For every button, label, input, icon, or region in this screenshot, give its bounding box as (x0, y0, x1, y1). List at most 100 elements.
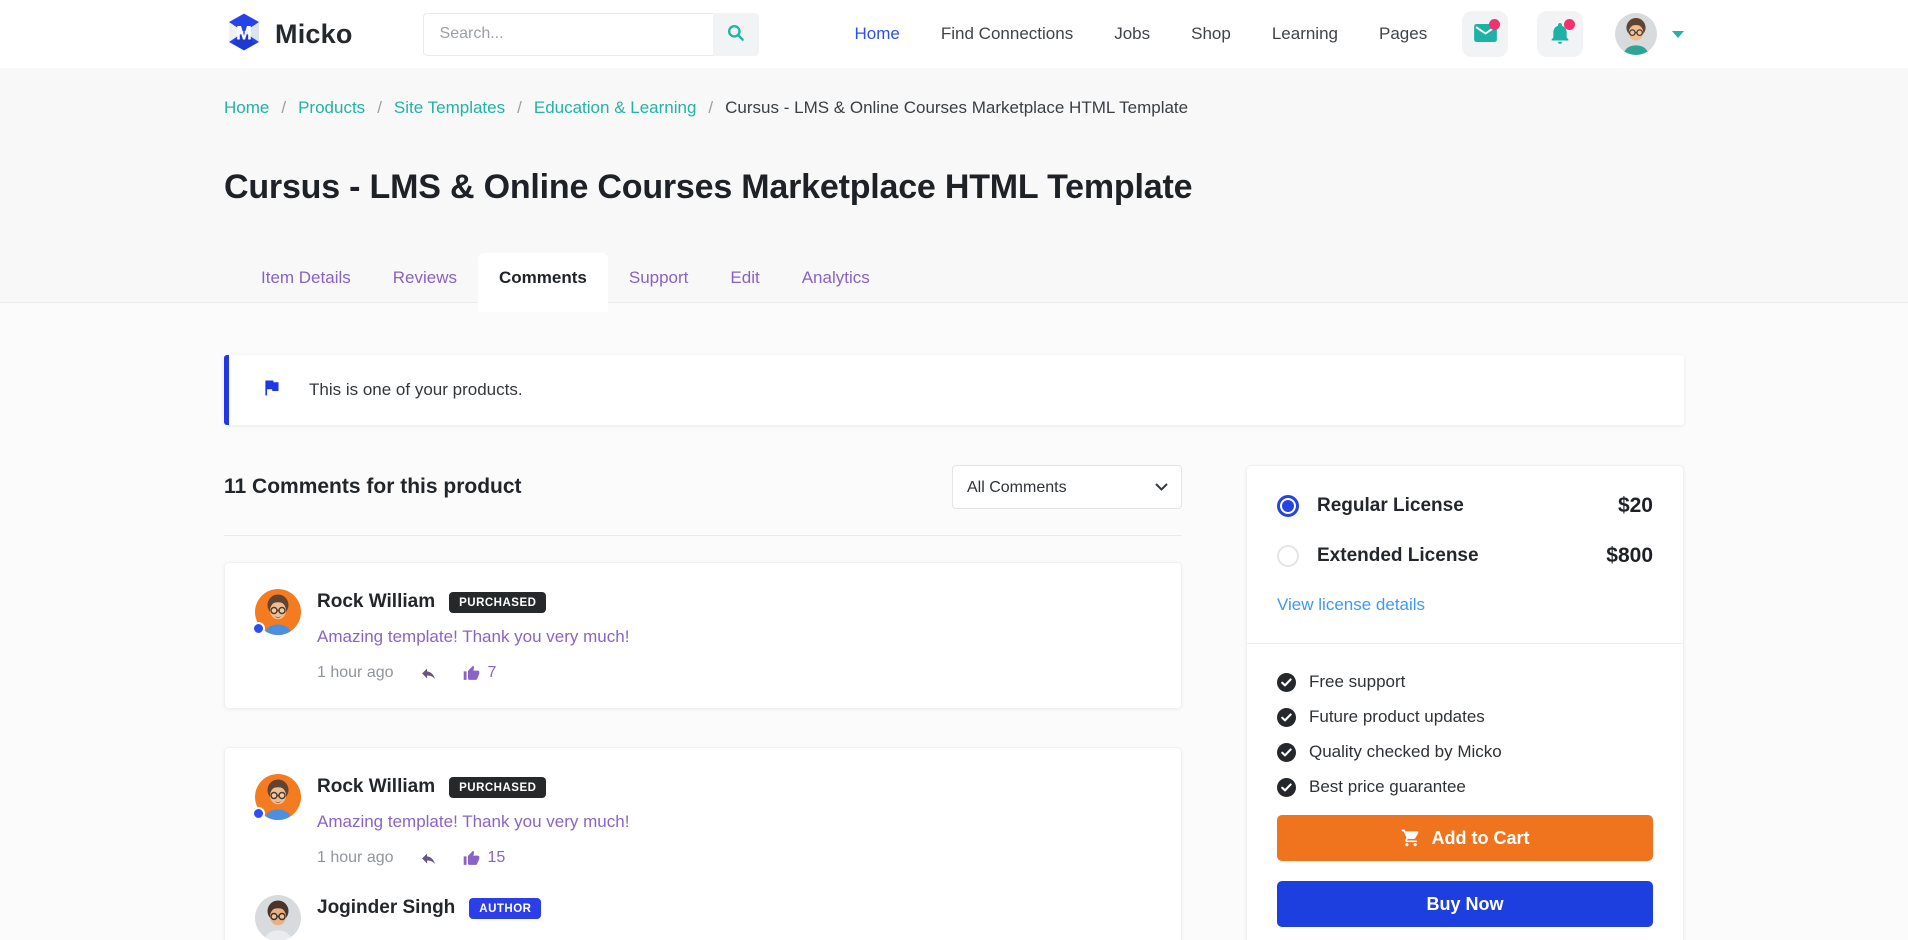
nav-link-shop[interactable]: Shop (1191, 24, 1231, 44)
reply-button[interactable] (419, 850, 438, 867)
search-input[interactable] (422, 12, 713, 56)
owner-notice-banner: This is one of your products. (224, 355, 1684, 425)
tab-analytics[interactable]: Analytics (781, 253, 891, 303)
tab-reviews[interactable]: Reviews (372, 253, 478, 303)
brand-logo[interactable]: M Micko (224, 12, 353, 57)
tab-item-details[interactable]: Item Details (240, 253, 372, 303)
search-button[interactable] (712, 12, 759, 56)
buy-now-label: Buy Now (1426, 893, 1504, 914)
online-status-dot (252, 622, 265, 635)
flag-icon (261, 377, 282, 403)
view-license-details-link[interactable]: View license details (1277, 595, 1425, 615)
comments-filter-wrap: All Comments (952, 465, 1182, 509)
navbar-actions (1462, 11, 1684, 57)
feature-item: Quality checked by Micko (1277, 742, 1653, 762)
comment-item: Rock William PURCHASED Amazing template!… (252, 589, 1151, 682)
nav-link-learning[interactable]: Learning (1272, 24, 1338, 44)
breadcrumb: Home / Products / Site Templates / Educa… (224, 68, 1684, 118)
check-circle-icon (1277, 777, 1296, 797)
purchased-badge: PURCHASED (449, 776, 547, 798)
comments-divider (224, 535, 1182, 536)
feature-text: Future product updates (1309, 707, 1485, 726)
check-circle-icon (1277, 707, 1296, 727)
breadcrumb-education-learning[interactable]: Education & Learning (534, 98, 697, 118)
breadcrumb-site-templates[interactable]: Site Templates (394, 98, 505, 118)
breadcrumb-separator: / (281, 98, 287, 117)
comment-item: Rock William PURCHASED Amazing template!… (252, 774, 1151, 867)
breadcrumb-products[interactable]: Products (298, 98, 365, 118)
breadcrumb-separator: / (517, 98, 522, 117)
commenter-name[interactable]: Joginder Singh (317, 897, 455, 919)
top-navbar: M Micko Home Find Connections Jobs Shop … (0, 0, 1908, 68)
comment-card: Rock William PURCHASED Amazing template!… (224, 747, 1182, 940)
messages-button[interactable] (1462, 11, 1508, 57)
commenter-name[interactable]: Rock William (317, 776, 435, 798)
check-circle-icon (1277, 742, 1296, 762)
commenter-avatar[interactable] (252, 774, 301, 820)
license-price: $800 (1606, 544, 1653, 567)
user-avatar (1615, 13, 1657, 55)
online-status-dot (252, 807, 265, 820)
comment-card: Rock William PURCHASED Amazing template!… (224, 562, 1182, 709)
nav-link-pages[interactable]: Pages (1379, 24, 1427, 44)
author-badge: AUTHOR (469, 897, 542, 919)
commenter-avatar[interactable] (255, 895, 301, 940)
comments-heading: 11 Comments for this product (224, 475, 522, 498)
comment-item: Joginder Singh AUTHOR (255, 895, 1151, 940)
breadcrumb-home[interactable]: Home (224, 98, 269, 118)
radio-unselected[interactable] (1277, 545, 1299, 567)
radio-selected[interactable] (1277, 495, 1299, 517)
add-to-cart-button[interactable]: Add to Cart (1277, 815, 1653, 861)
commenter-name[interactable]: Rock William (317, 591, 435, 613)
feature-text: Quality checked by Micko (1309, 742, 1502, 761)
purchased-badge: PURCHASED (449, 591, 547, 613)
notifications-badge-dot (1564, 19, 1575, 30)
reply-icon (421, 668, 435, 679)
tab-comments[interactable]: Comments (478, 253, 608, 312)
license-name: Regular License (1317, 495, 1464, 516)
notifications-button[interactable] (1537, 11, 1583, 57)
feature-text: Best price guarantee (1309, 777, 1466, 796)
feature-text: Free support (1309, 672, 1406, 691)
nav-link-home[interactable]: Home (855, 24, 900, 44)
reply-icon (421, 853, 435, 864)
tab-edit[interactable]: Edit (709, 253, 780, 303)
commenter-avatar[interactable] (252, 589, 301, 635)
purchase-sidebar: Regular License $20 Extended License $80… (1246, 465, 1684, 940)
license-option-regular[interactable]: Regular License $20 (1277, 494, 1653, 518)
comments-filter-select[interactable]: All Comments (952, 465, 1182, 509)
page-header: Home / Products / Site Templates / Educa… (0, 68, 1908, 312)
nav-link-find-connections[interactable]: Find Connections (941, 24, 1073, 44)
comment-text: Amazing template! Thank you very much! (317, 627, 630, 646)
main-navigation: Home Find Connections Jobs Shop Learning… (855, 24, 1428, 44)
reply-button[interactable] (419, 665, 438, 682)
breadcrumb-separator: / (377, 98, 382, 117)
feature-item: Free support (1277, 672, 1653, 692)
purchase-card: Regular License $20 Extended License $80… (1246, 465, 1684, 940)
product-tabs: Item Details Reviews Comments Support Ed… (224, 253, 1684, 312)
breadcrumb-current: Cursus - LMS & Online Courses Marketplac… (725, 98, 1189, 117)
search-icon (726, 23, 745, 45)
like-button[interactable]: 15 (463, 850, 505, 867)
buy-now-button[interactable]: Buy Now (1277, 881, 1653, 927)
user-menu[interactable] (1615, 13, 1684, 55)
breadcrumb-separator: / (708, 98, 714, 117)
page-title: Cursus - LMS & Online Courses Marketplac… (224, 168, 1193, 206)
tab-support[interactable]: Support (608, 253, 710, 303)
like-button[interactable]: 7 (463, 665, 496, 682)
comment-timestamp: 1 hour ago (317, 664, 394, 681)
micko-logo-icon: M (224, 12, 264, 57)
add-to-cart-label: Add to Cart (1431, 827, 1530, 848)
search-group (422, 12, 759, 56)
nav-link-jobs[interactable]: Jobs (1114, 24, 1150, 44)
cart-icon (1401, 829, 1418, 847)
main-content: This is one of your products. 11 Comment… (0, 355, 1908, 940)
license-option-extended[interactable]: Extended License $800 (1277, 544, 1653, 568)
messages-badge-dot (1489, 19, 1500, 30)
comment-timestamp: 1 hour ago (317, 849, 394, 866)
check-circle-icon (1277, 672, 1296, 692)
license-price: $20 (1617, 494, 1653, 517)
features-and-purchase-section: Free support Future product updates Qual… (1247, 643, 1683, 940)
feature-item: Future product updates (1277, 707, 1653, 727)
chevron-down-icon (1672, 30, 1684, 38)
